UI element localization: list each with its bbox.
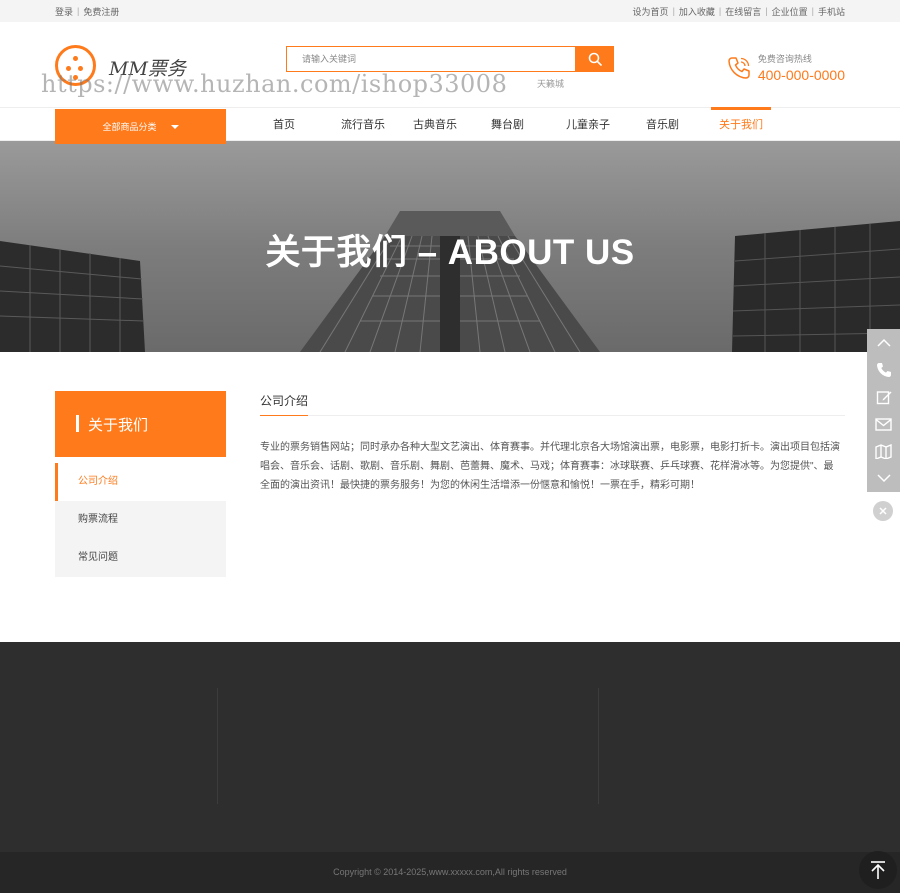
side-float-bar (867, 329, 900, 492)
close-float-button[interactable] (873, 501, 893, 521)
main-heading: 公司介绍 (260, 392, 309, 416)
footer (0, 642, 900, 852)
close-icon (879, 507, 887, 515)
footer-divider (598, 688, 599, 804)
chevron-down-icon[interactable] (874, 468, 894, 488)
main-heading-bar: 公司介绍 (260, 392, 845, 416)
nav-item-pop-music[interactable]: 流行音乐 (333, 108, 393, 142)
chevron-up-icon[interactable] (874, 333, 894, 353)
nav-menu: 首页 流行音乐 古典音乐 舞台剧 儿童亲子 音乐剧 关于我们 (265, 107, 771, 142)
hotline-label: 免费咨询热线 (757, 54, 812, 64)
set-homepage-link[interactable]: 设为首页 (633, 5, 669, 18)
search-bar (286, 46, 614, 72)
sidebar: 关于我们 公司介绍 购票流程 常见问题 (55, 391, 226, 577)
hotline-number: 400-000-0000 (757, 67, 845, 83)
all-categories-button[interactable]: 全部商品分类 (55, 109, 226, 144)
sidebar-title: 关于我们 (55, 391, 226, 457)
sidebar-item-faq[interactable]: 常见问题 (55, 539, 226, 577)
main-body-text: 专业的票务销售网站；同时承办各种大型文艺演出、体育赛事。并代理北京各大场馆演出票… (260, 442, 840, 491)
main-content: 公司介绍 专业的票务销售网站；同时承办各种大型文艺演出、体育赛事。并代理北京各大… (260, 392, 845, 495)
watermark: https://www.huzhan.com/ishop33008 (41, 70, 508, 98)
copyright-bar: Copyright © 2014-2025,www.xxxxx.com,All … (0, 852, 900, 893)
header: MM票务 天籁城 https://www.huzhan.com/ishop330… (0, 22, 900, 107)
page-banner: 关于我们 – ABOUT US (0, 141, 900, 352)
sidebar-item-company-intro[interactable]: 公司介绍 (55, 463, 226, 501)
phone-icon (728, 56, 750, 79)
register-link[interactable]: 免费注册 (83, 5, 119, 18)
sidebar-list: 公司介绍 购票流程 常见问题 (55, 463, 226, 577)
nav-item-classical-music[interactable]: 古典音乐 (405, 108, 465, 142)
nav-item-musical[interactable]: 音乐剧 (638, 108, 687, 142)
add-favorite-link[interactable]: 加入收藏 (679, 5, 715, 18)
sidebar-title-text: 关于我们 (88, 416, 149, 434)
phone-icon[interactable] (874, 360, 894, 380)
all-categories-label: 全部商品分类 (102, 122, 157, 132)
search-icon (588, 52, 602, 66)
company-location-link[interactable]: 企业位置 (772, 5, 808, 18)
top-right-links: 设为首页 | 加入收藏 | 在线留言 | 企业位置 | 手机站 (633, 5, 845, 18)
separator: | (811, 6, 814, 16)
nav-item-home[interactable]: 首页 (265, 108, 303, 142)
mail-icon[interactable] (874, 414, 894, 434)
search-button[interactable] (576, 46, 614, 72)
main-nav: 全部商品分类 首页 流行音乐 古典音乐 舞台剧 儿童亲子 音乐剧 关于我们 (0, 107, 900, 144)
top-left-links: 登录 | 免费注册 (55, 5, 119, 18)
login-link[interactable]: 登录 (55, 5, 73, 18)
mobile-site-link[interactable]: 手机站 (818, 5, 845, 18)
separator: | (672, 6, 675, 16)
edit-icon[interactable] (874, 387, 894, 407)
copyright-text: Copyright © 2014-2025,www.xxxxx.com,All … (333, 867, 567, 877)
content-area: 关于我们 公司介绍 购票流程 常见问题 公司介绍 专业的票务销售网站；同时承办各… (0, 352, 900, 642)
hotline: 免费咨询热线 400-000-0000 (726, 52, 845, 83)
map-icon[interactable] (874, 441, 894, 461)
nav-item-stage-play[interactable]: 舞台剧 (483, 108, 532, 142)
separator: | (718, 6, 722, 16)
footer-divider (217, 688, 218, 804)
separator: | (765, 6, 768, 16)
separator: | (77, 6, 80, 16)
caret-down-icon (170, 124, 179, 129)
nav-item-about-us[interactable]: 关于我们 (711, 107, 771, 142)
top-bar: 登录 | 免费注册 设为首页 | 加入收藏 | 在线留言 | 企业位置 | 手机… (0, 0, 900, 22)
back-to-top-button[interactable] (859, 851, 897, 889)
arrow-up-icon (871, 861, 885, 879)
banner-title: 关于我们 – ABOUT US (265, 233, 635, 272)
hot-word[interactable]: 天籁城 (537, 79, 564, 89)
search-input[interactable] (286, 46, 576, 72)
sidebar-item-ticket-process[interactable]: 购票流程 (55, 501, 226, 539)
nav-item-kids-family[interactable]: 儿童亲子 (558, 108, 618, 142)
online-message-link[interactable]: 在线留言 (725, 5, 761, 18)
